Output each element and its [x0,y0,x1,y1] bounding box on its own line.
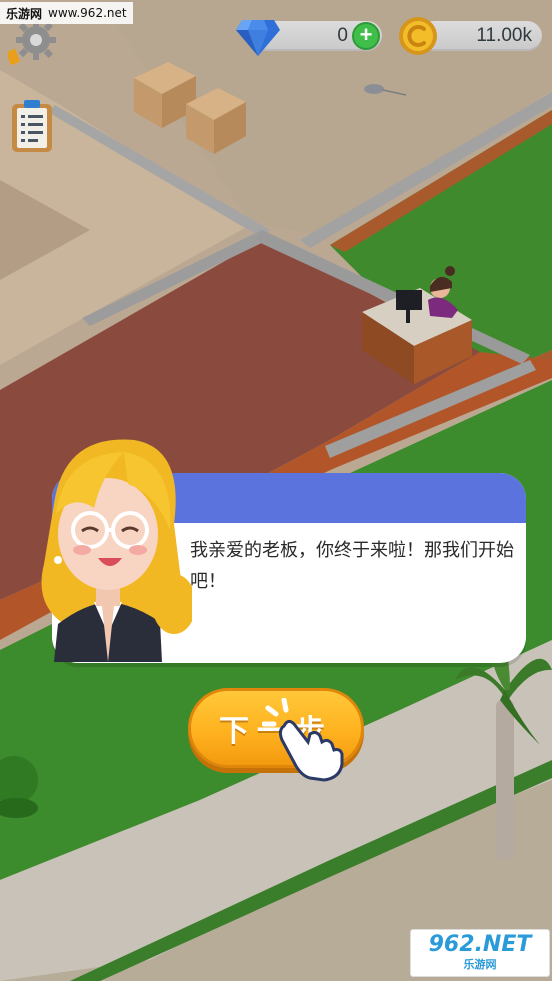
gear-icon[interactable] [8,18,56,66]
watermark-site: 乐游网 [6,6,43,21]
diamond-icon [236,20,280,56]
advisor-portrait [41,439,192,662]
watermark-logo-number: 962 [428,932,475,957]
gem-count: 0 [337,25,348,46]
watermark-url: www.962.net [48,6,127,20]
watermark-logo: 962.NET 乐游网 [410,929,550,977]
add-gems-button[interactable]: + [352,22,380,50]
next-step-button[interactable]: 下一步 [188,688,364,768]
watermark-logo-text: 乐游网 [463,958,497,971]
watermark-top: 乐游网 www.962.net [0,2,133,24]
coin-icon [399,17,437,55]
watermark-logo-suffix: .NET [474,932,532,957]
coin-count: 11.00k [476,25,532,46]
dialog-text: 我亲爱的老板，你终于来啦！那我们开始吧！ [190,540,514,592]
clipboard-icon[interactable] [10,98,54,154]
